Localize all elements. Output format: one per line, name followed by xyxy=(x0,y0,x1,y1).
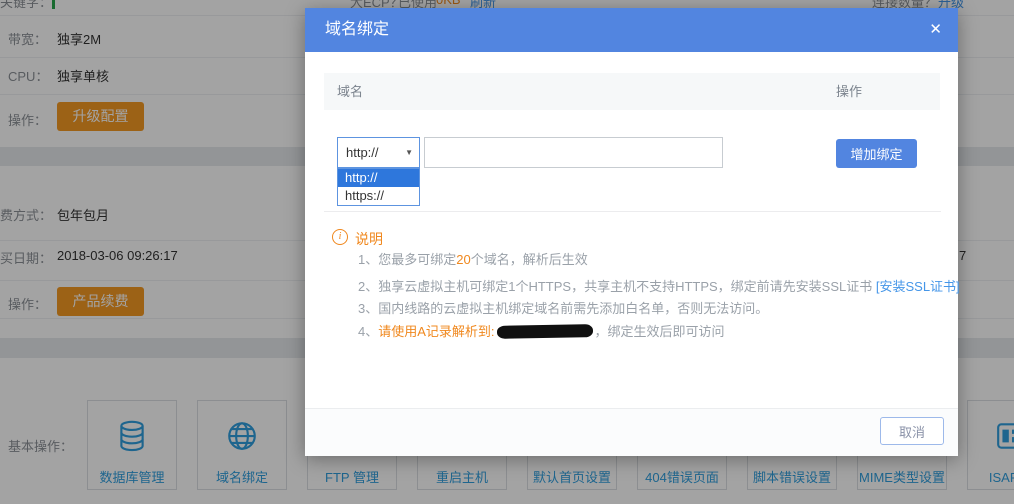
add-binding-button[interactable]: 增加绑定 xyxy=(836,139,917,168)
note-text: ，绑定生效后即可访问 xyxy=(595,324,725,339)
dialog-header: 域名绑定 ✕ xyxy=(305,8,958,52)
protocol-option-https[interactable]: https:// xyxy=(338,187,419,205)
note-whitelist: 3、国内线路的云虚拟主机绑定域名前需先添加白名单，否则无法访问。 xyxy=(358,298,768,317)
domain-binding-dialog: 域名绑定 ✕ 域名 操作 http:// ▼ http:// https:// … xyxy=(305,8,958,455)
note-text: 1、您最多可绑定 xyxy=(358,252,456,267)
protocol-dropdown-list: http:// https:// xyxy=(337,168,420,206)
note-text: 2、独享云虚拟主机可绑定1个HTTPS，共享主机不支持HTTPS，绑定前请先安装… xyxy=(358,279,876,294)
note-max-domains: 1、您最多可绑定20个域名，解析后生效 xyxy=(358,249,588,268)
divider xyxy=(324,211,941,212)
protocol-selected-value: http:// xyxy=(346,138,379,167)
protocol-option-http[interactable]: http:// xyxy=(338,169,419,187)
note-https-support: 2、独享云虚拟主机可绑定1个HTTPS，共享主机不支持HTTPS，绑定前请先安装… xyxy=(358,276,960,295)
notes-heading: 说明 xyxy=(355,229,383,249)
install-ssl-link[interactable]: [安装SSL证书] xyxy=(876,279,960,294)
dialog-footer: 取消 xyxy=(305,408,958,456)
column-domain: 域名 xyxy=(337,73,363,110)
info-icon: i xyxy=(332,229,348,245)
protocol-select[interactable]: http:// ▼ xyxy=(337,137,420,168)
note-highlight-number: 20 xyxy=(456,252,470,267)
cancel-button[interactable]: 取消 xyxy=(880,417,944,445)
column-action: 操作 xyxy=(836,73,862,110)
domain-input[interactable] xyxy=(424,137,723,168)
note-a-record: 4、请使用A记录解析到: ，绑定生效后即可访问 xyxy=(358,321,725,340)
redacted-ip-blob xyxy=(496,324,592,339)
domain-table-header: 域名 操作 xyxy=(324,73,940,110)
dialog-title: 域名绑定 xyxy=(325,8,389,52)
note-highlight-text: 请使用A记录解析到: xyxy=(378,324,494,339)
note-text: 3、国内线路的云虚拟主机绑定域名前需先添加白名单，否则无法访问。 xyxy=(358,301,768,316)
note-text: 4、 xyxy=(358,324,378,339)
note-text: 个域名，解析后生效 xyxy=(471,252,588,267)
close-icon[interactable]: ✕ xyxy=(929,8,942,52)
chevron-down-icon: ▼ xyxy=(405,148,413,157)
